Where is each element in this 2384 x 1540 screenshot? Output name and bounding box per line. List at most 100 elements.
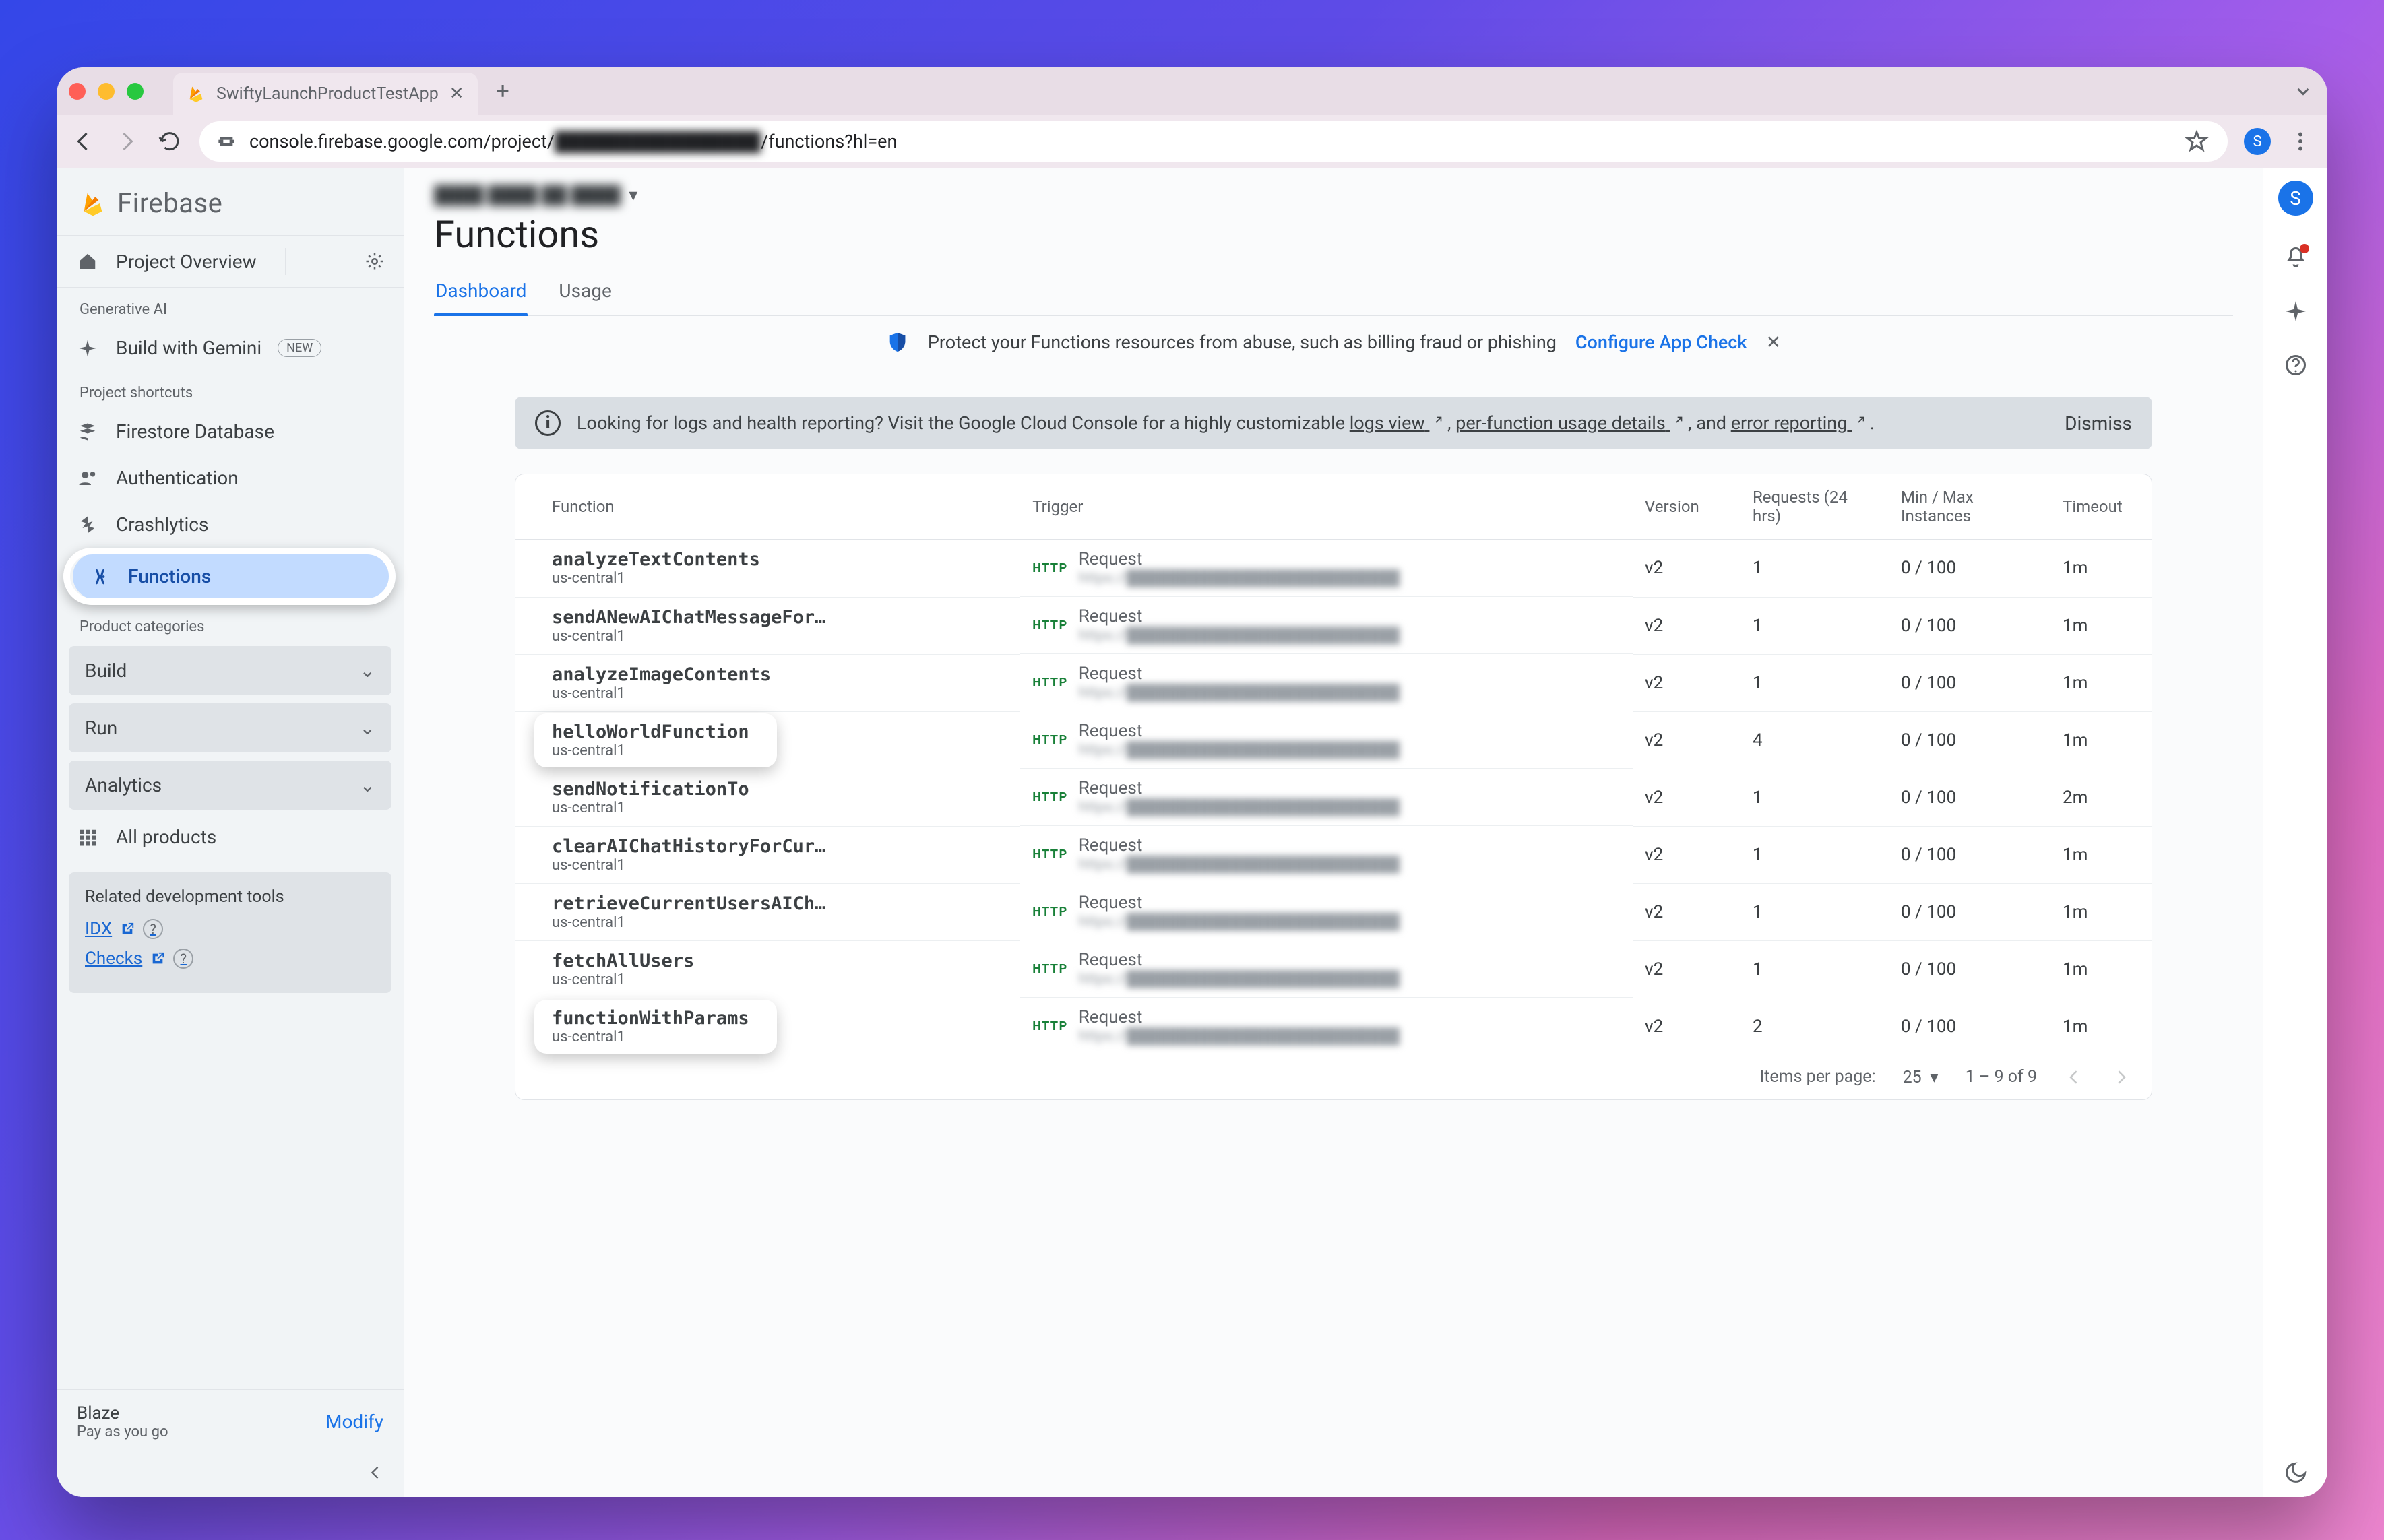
all-products[interactable]: All products <box>57 814 404 860</box>
table-row[interactable]: sendANewAIChatMessageForCurrentU…us-cent… <box>515 597 2152 654</box>
configure-app-check[interactable]: Configure App Check <box>1575 331 1747 353</box>
category-build[interactable]: Build⌄ <box>69 646 391 695</box>
tab-usage[interactable]: Usage <box>557 270 613 315</box>
table-row[interactable]: analyzeTextContentsus-central1HTTPReques… <box>515 540 2152 598</box>
close-icon[interactable]: ✕ <box>1765 331 1781 353</box>
plan-sub: Pay as you go <box>77 1423 168 1440</box>
gemini-label: Build with Gemini <box>116 337 261 359</box>
breadcrumb[interactable]: ████ ████ ██ ████ ▾ <box>434 185 2233 205</box>
table-row[interactable]: helloWorldFunctionus-central1HTTPRequest… <box>515 711 2152 769</box>
app-body: Firebase Project Overview Generative AI … <box>57 168 2327 1497</box>
category-label: Run <box>85 717 117 739</box>
brand-row[interactable]: Firebase <box>57 168 404 235</box>
banner-text: Looking for logs and health reporting? V… <box>577 412 1875 434</box>
theme-toggle-icon[interactable] <box>2284 1461 2308 1485</box>
next-page[interactable] <box>2111 1067 2131 1087</box>
functions-icon <box>92 567 112 587</box>
tabs: Dashboard Usage <box>434 270 2233 316</box>
bookmark-star-icon[interactable] <box>2183 128 2210 155</box>
close-window[interactable] <box>69 83 86 100</box>
category-analytics[interactable]: Analytics⌄ <box>69 761 391 810</box>
plan-row: Blaze Pay as you go Modify <box>57 1390 404 1454</box>
firebase-logo-icon <box>80 190 106 217</box>
sidebar: Firebase Project Overview Generative AI … <box>57 168 404 1497</box>
browser-menu-icon[interactable] <box>2287 128 2314 155</box>
functions-table: Function Trigger Version Requests (24 hr… <box>515 474 2152 1100</box>
sparkle-icon <box>75 338 100 358</box>
profile-avatar[interactable]: S <box>2244 128 2271 155</box>
sidebar-item-crashlytics[interactable]: Crashlytics <box>57 501 404 548</box>
plan-name: Blaze <box>77 1403 168 1423</box>
tab-dashboard[interactable]: Dashboard <box>434 270 528 315</box>
table-row[interactable]: retrieveCurrentUsersAIChatMessag…us-cent… <box>515 883 2152 940</box>
new-tab-button[interactable]: + <box>487 77 519 104</box>
link-idx[interactable]: IDX ? <box>85 919 375 939</box>
link-logs-view[interactable]: logs view <box>1350 412 1443 434</box>
link-checks[interactable]: Checks ? <box>85 949 375 969</box>
address-bar[interactable]: console.firebase.google.com/project/████… <box>199 121 2228 162</box>
sparkle-icon[interactable] <box>2284 299 2308 323</box>
col-trigger: Trigger <box>1020 474 1633 540</box>
table-row[interactable]: analyzeImageContentsus-central1HTTPReque… <box>515 654 2152 711</box>
http-badge: HTTP <box>1032 618 1068 633</box>
link-usage-details[interactable]: per-function usage details <box>1455 412 1683 434</box>
prev-page[interactable] <box>2064 1067 2084 1087</box>
url-text: console.firebase.google.com/project/████… <box>249 131 897 152</box>
help-icon[interactable]: ? <box>143 919 163 939</box>
titlebar: SwiftyLaunchProductTestApp ✕ + <box>57 67 2327 115</box>
table-row[interactable]: fetchAllUsersus-central1HTTPRequesthttps… <box>515 940 2152 998</box>
link-error-reporting[interactable]: error reporting <box>1731 412 1865 434</box>
browser-tab[interactable]: SwiftyLaunchProductTestApp ✕ <box>173 73 478 115</box>
external-link-icon <box>120 922 135 936</box>
sidebar-item-firestore[interactable]: Firestore Database <box>57 408 404 455</box>
home-icon <box>75 251 100 271</box>
external-link-icon <box>1852 416 1865 429</box>
reload-button[interactable] <box>156 128 183 155</box>
table-row[interactable]: sendNotificationTous-central1HTTPRequest… <box>515 769 2152 826</box>
help-icon[interactable] <box>2284 353 2308 377</box>
sidebar-item-label: Functions <box>128 565 211 587</box>
dismiss-banner[interactable]: Dismiss <box>2065 412 2132 435</box>
http-badge: HTTP <box>1032 733 1068 747</box>
ipp-select[interactable]: 25 ▾ <box>1903 1067 1939 1087</box>
tab-close-icon[interactable]: ✕ <box>449 84 464 104</box>
modify-plan[interactable]: Modify <box>325 1411 383 1433</box>
sidebar-footer: Blaze Pay as you go Modify <box>57 1389 404 1497</box>
col-timeout: Timeout <box>2050 474 2152 540</box>
collapse-sidebar[interactable] <box>57 1454 404 1497</box>
back-button[interactable] <box>70 128 97 155</box>
main: ████ ████ ██ ████ ▾ Functions Dashboard … <box>404 168 2327 1497</box>
forward-button[interactable] <box>113 128 140 155</box>
maximize-window[interactable] <box>127 83 144 100</box>
account-avatar[interactable]: S <box>2278 181 2313 216</box>
table-row[interactable]: functionWithParamsus-central1HTTPRequest… <box>515 998 2152 1055</box>
site-info-icon[interactable] <box>217 132 236 151</box>
minimize-window[interactable] <box>98 83 115 100</box>
pager: Items per page: 25 ▾ 1 – 9 of 9 <box>515 1055 2152 1099</box>
col-requests: Requests (24 hrs) <box>1740 474 1889 540</box>
shield-icon <box>886 331 909 354</box>
col-function: Function <box>540 474 1020 540</box>
help-icon[interactable]: ? <box>173 949 193 969</box>
project-overview[interactable]: Project Overview <box>57 236 404 287</box>
all-products-label: All products <box>116 826 216 848</box>
appcheck-bar: Protect your Functions resources from ab… <box>434 331 2233 370</box>
tabs-overflow-icon[interactable] <box>2291 79 2315 103</box>
sidebar-item-functions[interactable]: Functions <box>57 553 396 600</box>
related-tools-title: Related development tools <box>85 887 375 907</box>
category-run[interactable]: Run⌄ <box>69 703 391 752</box>
url-bar: console.firebase.google.com/project/████… <box>57 115 2327 168</box>
categories-label: Product categories <box>57 605 404 642</box>
notifications-icon[interactable] <box>2284 245 2308 269</box>
chevron-down-icon: ▾ <box>629 185 637 205</box>
sidebar-item-auth[interactable]: Authentication <box>57 455 404 501</box>
browser-window: SwiftyLaunchProductTestApp ✕ + console.f… <box>57 67 2327 1497</box>
settings-gear-icon[interactable] <box>365 251 385 271</box>
http-badge: HTTP <box>1032 847 1068 862</box>
related-tools: Related development tools IDX ? Checks ? <box>69 872 391 993</box>
http-badge: HTTP <box>1032 962 1068 976</box>
info-icon: i <box>535 410 561 436</box>
http-badge: HTTP <box>1032 561 1068 575</box>
build-with-gemini[interactable]: Build with Gemini NEW <box>57 325 404 371</box>
table-row[interactable]: clearAIChatHistoryForCurrentUserus-centr… <box>515 826 2152 883</box>
